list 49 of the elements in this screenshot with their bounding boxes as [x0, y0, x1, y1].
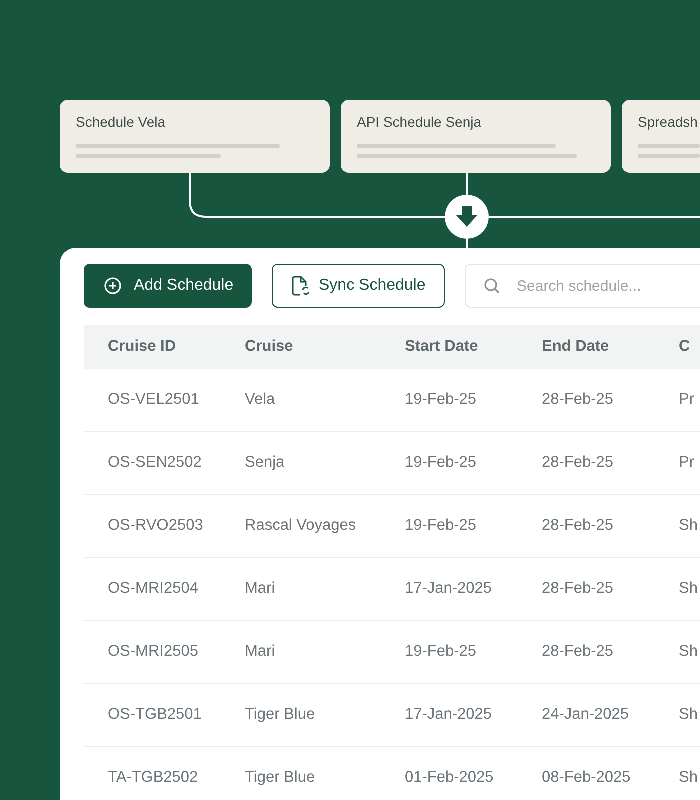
table-cell-text: 19-Feb-25 — [405, 643, 478, 661]
table-cell-text: Mari — [245, 643, 276, 661]
table-cell-text: Pr — [679, 454, 696, 472]
source-card[interactable]: API Schedule Senja — [341, 100, 611, 173]
table-cell-text: 28-Feb-25 — [542, 391, 615, 409]
table-cell-text: 28-Feb-25 — [542, 454, 615, 472]
table-cell-text: Sh — [679, 580, 699, 598]
card-title: API Schedule Senja — [357, 114, 483, 130]
source-card[interactable]: Spreadsh — [622, 100, 700, 173]
table-cell-text: OS-RVO2503 — [108, 517, 204, 535]
card-title: Schedule Vela — [76, 114, 167, 130]
table-cell-text: 24-Jan-2025 — [542, 706, 630, 724]
table-cell-text: 28-Feb-25 — [542, 517, 615, 535]
table-cell-text: OS-TGB2501 — [108, 706, 203, 724]
table-cell-text: Vela — [245, 391, 276, 409]
table-cell-text: 28-Feb-25 — [542, 580, 615, 598]
table-cell-text: OS-MRI2504 — [108, 580, 200, 598]
table-cell-text: OS-SEN2502 — [108, 454, 203, 472]
table-cell-text: Sh — [679, 769, 699, 787]
source-card[interactable]: Schedule Vela — [60, 100, 330, 173]
table-cell-text: 19-Feb-25 — [405, 517, 478, 535]
table-cell-text: Rascal Voyages — [245, 517, 358, 535]
table-cell-text: 17-Jan-2025 — [405, 706, 494, 724]
table-cell-text: Tiger Blue — [245, 769, 316, 787]
column-header: C — [679, 338, 692, 356]
table-cell-text: Senja — [245, 454, 286, 472]
table-cell-text: 19-Feb-25 — [405, 454, 478, 472]
column-header: Start Date — [405, 338, 480, 356]
table-cell-text: 01-Feb-2025 — [405, 769, 495, 787]
table-cell-text: OS-VEL2501 — [108, 391, 200, 409]
add-schedule-button[interactable]: Add Schedule — [84, 264, 252, 308]
table-cell-text: 08-Feb-2025 — [542, 769, 632, 787]
sync-schedule-button[interactable]: Sync Schedule — [272, 264, 445, 308]
table-cell-text: Mari — [245, 580, 276, 598]
search-field[interactable]: Search schedule... — [465, 264, 700, 308]
table-cell-text: 28-Feb-25 — [542, 643, 615, 661]
table-cell-text: Sh — [679, 517, 699, 535]
table-cell-text: TA-TGB2502 — [108, 769, 200, 787]
table-cell-text: Sh — [679, 643, 699, 661]
card-title: Spreadsh — [638, 114, 699, 130]
table-cell-text: Pr — [679, 391, 696, 409]
column-header: Cruise ID — [108, 338, 178, 356]
table-cell-text: 17-Jan-2025 — [405, 580, 494, 598]
table-cell-text: Sh — [679, 706, 699, 724]
table-cell-text: OS-MRI2505 — [108, 643, 200, 661]
column-header: Cruise — [245, 338, 294, 356]
table-cell-text: 19-Feb-25 — [405, 391, 478, 409]
column-header: End Date — [542, 338, 610, 356]
table-cell-text: Tiger Blue — [245, 706, 316, 724]
